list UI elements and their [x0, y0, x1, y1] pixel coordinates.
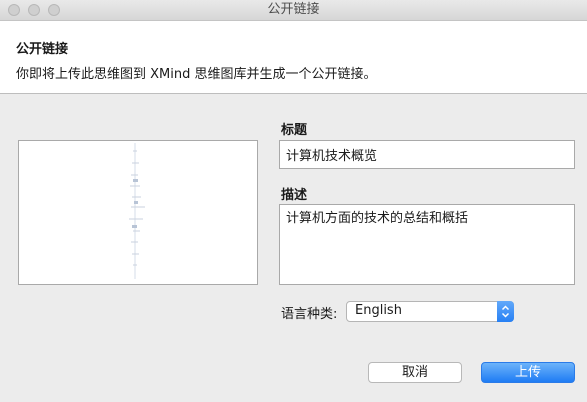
dialog-header: 公开链接 你即将上传此思维图到 XMind 思维图库并生成一个公开链接。: [0, 21, 587, 94]
window-title: 公开链接: [267, 2, 320, 17]
map-thumbnail-preview: [18, 140, 258, 285]
title-label: 标题: [281, 123, 308, 138]
cancel-button[interactable]: 取消: [368, 362, 462, 383]
description-label: 描述: [281, 188, 308, 203]
dialog-description: 你即将上传此思维图到 XMind 思维图库并生成一个公开链接。: [16, 67, 377, 82]
upload-button[interactable]: 上传: [481, 362, 575, 383]
description-field[interactable]: 计算机方面的技术的总结和概括: [279, 204, 575, 285]
publish-link-window: 公开链接 公开链接 你即将上传此思维图到 XMind 思维图库并生成一个公开链接…: [0, 0, 587, 402]
mind-map-thumbnail-icon: [129, 143, 145, 279]
language-select[interactable]: English: [346, 301, 514, 322]
title-field[interactable]: 计算机技术概览: [279, 140, 575, 169]
dialog-heading: 公开链接: [16, 42, 69, 57]
up-down-chevron-icon[interactable]: [497, 301, 514, 322]
language-label: 语言种类:: [281, 307, 338, 322]
language-select-value: English: [355, 303, 402, 318]
title-bar: 公开链接: [0, 0, 587, 21]
